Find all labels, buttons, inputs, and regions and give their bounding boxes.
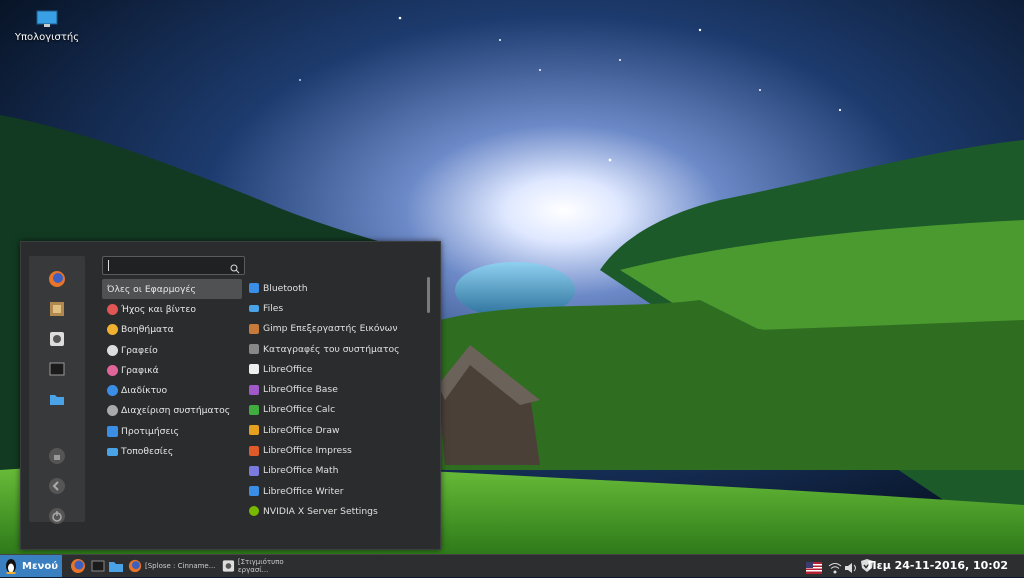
gimp-icon — [249, 323, 259, 334]
app-label: LibreOffice Writer — [263, 485, 344, 497]
category-label: Διαχείριση συστήματος — [121, 405, 231, 417]
tux-icon — [4, 558, 18, 574]
firefox-icon[interactable] — [47, 269, 67, 289]
bluetooth-icon — [249, 283, 259, 294]
favorites-sidebar — [29, 256, 85, 524]
taskbar-window-label: [Στιγμιότυπο εργασί... — [237, 558, 284, 574]
libreoffice-draw-icon — [249, 425, 259, 436]
app-label: LibreOffice Base — [263, 384, 338, 396]
app-label: Files — [263, 302, 284, 314]
category-label: Γραφείο — [121, 344, 158, 356]
screenshot-window-icon — [222, 560, 235, 572]
app-list-scrollbar[interactable] — [427, 277, 430, 313]
terminal-launcher-icon[interactable] — [90, 558, 106, 574]
logout-icon[interactable] — [47, 476, 67, 496]
app-item[interactable]: LibreOffice Draw — [249, 420, 429, 440]
terminal-icon[interactable] — [47, 359, 67, 379]
taskbar-window-label: [Splose : Cinname... — [145, 562, 216, 570]
category-item[interactable]: Όλες οι Εφαρμογές — [102, 279, 242, 300]
app-item[interactable]: LibreOffice Calc — [249, 400, 429, 420]
app-label: LibreOffice — [263, 363, 313, 375]
office-icon — [107, 344, 118, 356]
app-label: LibreOffice Math — [263, 465, 339, 477]
category-item[interactable]: Διαχείριση συστήματος — [102, 401, 242, 421]
app-item[interactable]: LibreOffice — [249, 359, 429, 379]
category-label: Προτιμήσεις — [121, 425, 179, 437]
category-label: Γραφικά — [121, 364, 159, 376]
app-label: Gimp Επεξεργαστής Εικόνων — [263, 323, 398, 335]
app-item[interactable]: LibreOffice Writer — [249, 481, 429, 501]
application-menu: Όλες οι Εφαρμογές Ήχος και βίντεο Βοηθήμ… — [20, 241, 441, 550]
app-label: LibreOffice Impress — [263, 445, 352, 457]
app-item[interactable]: LibreOffice Impress — [249, 440, 429, 460]
firefox-launcher-icon[interactable] — [70, 558, 86, 574]
category-item[interactable]: Διαδίκτυο — [102, 380, 242, 400]
preferences-icon[interactable] — [47, 299, 67, 319]
places-folder-icon — [107, 447, 118, 456]
desktop-icon-label: Υπολογιστής — [14, 32, 80, 43]
search-input[interactable] — [102, 256, 245, 275]
internet-icon — [107, 385, 118, 397]
app-item[interactable]: Καταγραφές του συστήματος — [249, 339, 429, 359]
libreoffice-calc-icon — [249, 404, 259, 415]
app-item[interactable]: Files — [249, 298, 429, 318]
taskbar-window-firefox[interactable]: [Splose : Cinname... — [128, 557, 216, 575]
category-label: Ήχος και βίντεο — [121, 303, 196, 315]
taskbar: Μενού [Splose : Cinname... [Στιγμιότυπο … — [0, 554, 1024, 577]
app-item[interactable]: LibreOffice Base — [249, 379, 429, 399]
category-item[interactable]: Προτιμήσεις — [102, 421, 242, 441]
preferences-category-icon — [107, 425, 118, 437]
clock[interactable]: Πεμ 24-11-2016, 10:02 — [867, 559, 1008, 572]
app-label: LibreOffice Calc — [263, 404, 336, 416]
graphics-icon — [107, 364, 118, 376]
folder-icon[interactable] — [47, 389, 67, 409]
menu-button[interactable]: Μενού — [0, 555, 62, 577]
desktop-computer-icon[interactable]: Υπολογιστής — [14, 10, 80, 43]
monitor-icon — [36, 10, 58, 28]
files-icon — [249, 304, 259, 312]
app-item[interactable]: LibreOffice Math — [249, 461, 429, 481]
audio-video-icon — [107, 303, 118, 315]
firefox-window-icon — [128, 559, 142, 573]
app-item[interactable]: Gimp Επεξεργαστής Εικόνων — [249, 319, 429, 339]
us-flag-icon[interactable] — [806, 559, 822, 575]
wifi-icon[interactable] — [828, 559, 844, 575]
category-item[interactable]: Ήχος και βίντεο — [102, 299, 242, 319]
category-item[interactable]: Τοποθεσίες — [102, 441, 242, 461]
search-icon — [230, 259, 240, 278]
category-label: Διαδίκτυο — [121, 385, 168, 397]
app-label: NVIDIA X Server Settings — [263, 505, 378, 517]
menu-button-label: Μενού — [22, 560, 58, 572]
settings-icon[interactable] — [47, 329, 67, 349]
administration-icon — [107, 405, 118, 417]
category-item[interactable]: Γραφικά — [102, 360, 242, 380]
nvidia-icon — [249, 506, 259, 517]
category-label: Όλες οι Εφαρμογές — [107, 283, 196, 295]
app-item[interactable]: Bluetooth — [249, 278, 429, 298]
category-label: Τοποθεσίες — [121, 446, 174, 458]
app-label: Καταγραφές του συστήματος — [263, 343, 400, 355]
volume-icon[interactable] — [844, 559, 860, 575]
libreoffice-impress-icon — [249, 445, 259, 456]
category-item[interactable]: Γραφείο — [102, 340, 242, 360]
system-log-icon — [249, 344, 259, 355]
libreoffice-base-icon — [249, 384, 259, 395]
shutdown-icon[interactable] — [47, 506, 67, 526]
category-item[interactable]: Βοηθήματα — [102, 320, 242, 340]
app-item[interactable]: NVIDIA X Server Settings — [249, 501, 429, 521]
application-list: Bluetooth Files Gimp Επεξεργαστής Εικόνω… — [249, 278, 429, 522]
accessories-icon — [107, 324, 118, 336]
libreoffice-icon — [249, 364, 259, 375]
taskbar-window-screenshot[interactable]: [Στιγμιότυπο εργασί... — [222, 557, 310, 575]
category-label: Βοηθήματα — [121, 324, 174, 336]
libreoffice-math-icon — [249, 465, 259, 476]
files-launcher-icon[interactable] — [108, 558, 124, 574]
lock-screen-icon[interactable] — [47, 446, 67, 466]
app-label: LibreOffice Draw — [263, 424, 340, 436]
app-label: Bluetooth — [263, 282, 308, 294]
category-list: Όλες οι Εφαρμογές Ήχος και βίντεο Βοηθήμ… — [102, 279, 242, 462]
libreoffice-writer-icon — [249, 486, 259, 497]
text-caret — [108, 260, 109, 271]
